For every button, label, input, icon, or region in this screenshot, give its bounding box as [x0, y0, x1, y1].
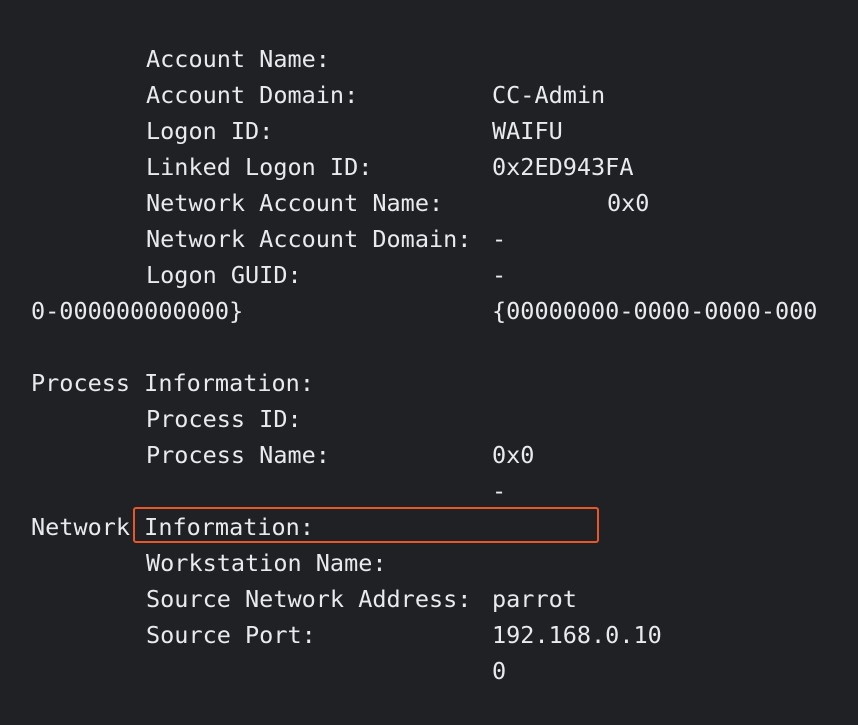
log-line-account-domain: Account Domain: WAIFU [0, 41, 563, 145]
field-value: - [492, 225, 507, 253]
workstation-name-highlight [133, 507, 599, 543]
field-value: {00000000-0000-0000-000 [492, 297, 818, 325]
field-value: parrot [492, 585, 577, 613]
field-value: CC-Admin [492, 81, 606, 109]
field-value-continued: 0-000000000000} [31, 297, 244, 325]
field-key: Logon ID: [146, 117, 274, 145]
field-key: Process ID: [146, 405, 302, 433]
section-header-network-information: Network Information: [0, 473, 314, 541]
field-key: Source Network Address: [146, 585, 472, 613]
field-value: - [492, 477, 507, 505]
field-key: Process Name: [146, 441, 330, 469]
log-line-logon-guid: Logon GUID: {00000000-0000-0000-000 [0, 221, 817, 325]
field-key: Network Account Name: [146, 189, 444, 217]
field-key: Linked Logon ID: [146, 153, 373, 181]
log-line-logon-guid-continued: 0-000000000000} [0, 257, 243, 325]
log-line-network-account-domain: Network Account Domain: - [0, 185, 506, 289]
field-value: 0x0 [607, 189, 650, 217]
field-key: Source Port: [146, 621, 316, 649]
section-header-process-information: Process Information: [0, 329, 314, 397]
log-line-network-account-name: Network Account Name: - [0, 149, 506, 253]
field-value: 192.168.0.10 [492, 621, 662, 649]
field-key: Logon GUID: [146, 261, 302, 289]
field-value: - [492, 261, 507, 289]
log-line-workstation-name: Workstation Name: parrot [0, 509, 577, 613]
log-line-process-name: Process Name: - [0, 401, 506, 505]
field-value: WAIFU [492, 117, 563, 145]
log-line-process-id: Process ID: 0x0 [0, 365, 534, 469]
field-key: Account Domain: [146, 81, 359, 109]
field-key: Network Account Domain: [146, 225, 472, 253]
field-key: Workstation Name: [146, 549, 387, 577]
field-value: 0 [492, 657, 507, 685]
log-line-logon-id: Logon ID: 0x2ED943FA [0, 77, 633, 181]
event-log-details: Account Name: CC-Admin Account Domain: W… [0, 0, 858, 685]
log-line-source-port: Source Port: 0 [0, 581, 506, 685]
section-title: Process Information: [31, 369, 314, 397]
field-value: 0x0 [492, 441, 535, 469]
log-line-source-network-address: Source Network Address: 192.168.0.10 [0, 545, 662, 649]
log-line-account-name: Account Name: CC-Admin [0, 5, 605, 109]
field-value: 0x2ED943FA [492, 153, 634, 181]
field-key: Account Name: [146, 45, 330, 73]
log-line-linked-logon-id: Linked Logon ID: 0x0 [0, 113, 649, 217]
